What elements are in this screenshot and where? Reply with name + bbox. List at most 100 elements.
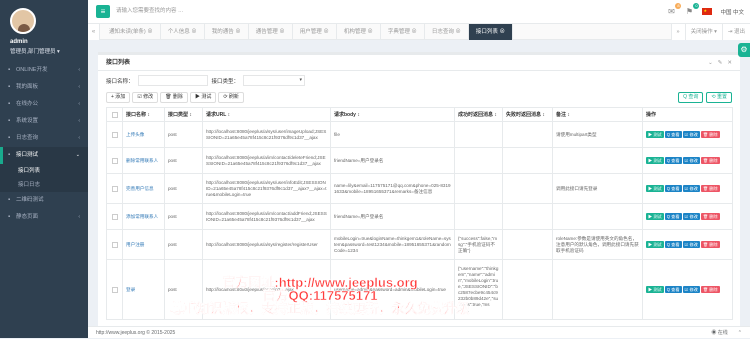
table-row[interactable]: 上传头像posthttp://localhost:8080/jeeplus/a/… — [107, 122, 733, 148]
column-header[interactable]: 请求body ↕ — [331, 108, 455, 122]
row-checkbox[interactable] — [112, 186, 118, 192]
sidebar-subitem-api-log[interactable]: 接口日志 — [0, 178, 88, 192]
row-test-button[interactable]: ▶ 测试 — [646, 213, 664, 220]
tab-my-notices[interactable]: 我的通告 ⊗ — [205, 24, 249, 40]
test-button[interactable]: ▶ 测试 — [190, 92, 216, 103]
close-icon[interactable]: ✕ — [727, 55, 732, 71]
refresh-button[interactable]: ⟳ 刷新 — [218, 92, 244, 103]
bell-icon[interactable]: ⚑0 — [684, 7, 694, 17]
reset-button[interactable]: ⟲ 重置 — [706, 92, 732, 103]
row-delete-button[interactable]: 🗑 删除 — [701, 131, 720, 138]
row-edit-button[interactable]: ☑ 修改 — [683, 286, 700, 293]
row-select-cell[interactable] — [107, 230, 123, 260]
sidebar-item-api-test[interactable]: ▪接口测试⌄ — [0, 147, 88, 164]
row-test-button[interactable]: ▶ 测试 — [646, 241, 664, 248]
edit-icon[interactable]: ✎ — [718, 55, 723, 71]
row-edit-button[interactable]: ☑ 修改 — [683, 185, 700, 192]
api-name-link[interactable]: 添加常用联系人 — [123, 204, 165, 230]
tab-dict-admin[interactable]: 字典管理 ⊗ — [381, 24, 425, 40]
sidebar-item-static[interactable]: ▪静态页面‹ — [0, 209, 88, 226]
row-delete-button[interactable]: 🗑 删除 — [701, 241, 720, 248]
tabs-scroll-left-icon[interactable]: « — [88, 24, 100, 40]
user-role-dropdown[interactable]: 管理员,部门管理员 ▾ — [10, 47, 88, 55]
china-flag-icon[interactable] — [702, 8, 712, 15]
avatar[interactable] — [10, 8, 36, 34]
collapse-icon[interactable]: ⌄ — [708, 55, 713, 71]
api-name-link[interactable]: 登录 — [123, 260, 165, 320]
table-row[interactable]: 完善用户信息posthttp://localhost:8080/jeeplus/… — [107, 174, 733, 204]
column-header[interactable]: 接口名称 ↕ — [123, 108, 165, 122]
settings-gear-icon[interactable]: ⚙ — [738, 43, 750, 57]
row-test-button[interactable]: ▶ 测试 — [646, 185, 664, 192]
row-view-button[interactable]: Q 查看 — [665, 241, 682, 248]
row-test-button[interactable]: ▶ 测试 — [646, 286, 664, 293]
envelope-icon[interactable]: ✉8 — [666, 7, 676, 17]
row-select-cell[interactable] — [107, 174, 123, 204]
chevron-up-icon[interactable]: ⌃ — [738, 327, 742, 339]
search-button[interactable]: Q 查询 — [678, 92, 703, 103]
row-select-cell[interactable] — [107, 260, 123, 320]
column-header[interactable]: 请求URL ↕ — [203, 108, 331, 122]
row-delete-button[interactable]: 🗑 删除 — [701, 213, 720, 220]
close-ops-dropdown[interactable]: 关闭操作 ▾ — [685, 24, 722, 40]
tabs-scroll-right-icon[interactable]: » — [671, 24, 685, 40]
row-view-button[interactable]: Q 查看 — [665, 286, 682, 293]
api-type-select[interactable] — [243, 75, 305, 86]
row-select-cell[interactable] — [107, 204, 123, 230]
row-edit-button[interactable]: ☑ 修改 — [683, 241, 700, 248]
tab-notice-unread[interactable]: 通知未读(单条) ⊗ — [102, 24, 161, 40]
logout-button[interactable]: ⇥ 退出 — [722, 24, 750, 40]
table-row[interactable]: 用户注册posthttp://localhost:8080/jeeplus/a/… — [107, 230, 733, 260]
select-all-header[interactable] — [107, 108, 123, 122]
row-edit-button[interactable]: ☑ 修改 — [683, 157, 700, 164]
select-all-checkbox[interactable] — [112, 112, 118, 118]
api-name-link[interactable]: 用户注册 — [123, 230, 165, 260]
row-edit-button[interactable]: ☑ 修改 — [683, 131, 700, 138]
column-header[interactable]: 接口类型 ↕ — [165, 108, 203, 122]
row-view-button[interactable]: Q 查看 — [665, 157, 682, 164]
row-test-button[interactable]: ▶ 测试 — [646, 157, 664, 164]
tab-org-admin[interactable]: 机构管理 ⊗ — [337, 24, 381, 40]
column-header[interactable]: 成功时返回消息 ↕ — [455, 108, 503, 122]
row-checkbox[interactable] — [112, 132, 118, 138]
row-delete-button[interactable]: 🗑 删除 — [701, 286, 720, 293]
row-test-button[interactable]: ▶ 测试 — [646, 131, 664, 138]
api-name-input[interactable] — [138, 75, 208, 86]
menu-toggle-icon[interactable]: ≡ — [96, 5, 110, 18]
row-select-cell[interactable] — [107, 122, 123, 148]
api-name-link[interactable]: 完善用户信息 — [123, 174, 165, 204]
sidebar-item-qrcode[interactable]: ▪二维码测试 — [0, 192, 88, 209]
row-view-button[interactable]: Q 查看 — [665, 131, 682, 138]
tab-log-query[interactable]: 日志查询 ⊗ — [425, 24, 469, 40]
delete-button[interactable]: 🗑 删除 — [160, 92, 188, 103]
tab-user-admin[interactable]: 用户管理 ⊗ — [293, 24, 337, 40]
edit-button[interactable]: ☑ 修改 — [132, 92, 158, 103]
row-delete-button[interactable]: 🗑 删除 — [701, 185, 720, 192]
tab-notice-admin[interactable]: 通告管理 ⊗ — [249, 24, 293, 40]
table-row[interactable]: 添加常用联系人posthttp://localhost:8080/jeeplus… — [107, 204, 733, 230]
sidebar-item-online-dev[interactable]: ▪ONLINE开发‹ — [0, 62, 88, 79]
search-input[interactable]: 请输入您需要查找的内容 … — [116, 5, 236, 18]
row-view-button[interactable]: Q 查看 — [665, 185, 682, 192]
online-status[interactable]: ◉ 在线 — [711, 327, 727, 339]
row-checkbox[interactable] — [112, 242, 118, 248]
api-name-link[interactable]: 删除常用联系人 — [123, 148, 165, 174]
row-view-button[interactable]: Q 查看 — [665, 213, 682, 220]
row-checkbox[interactable] — [112, 214, 118, 220]
api-name-link[interactable]: 上传头像 — [123, 122, 165, 148]
sidebar-item-dashboard[interactable]: ▪我的面板‹ — [0, 79, 88, 96]
column-header[interactable]: 失败时返回消息 ↕ — [503, 108, 553, 122]
sidebar-item-office[interactable]: ▪在线办公‹ — [0, 96, 88, 113]
row-edit-button[interactable]: ☑ 修改 — [683, 213, 700, 220]
language-selector[interactable]: 中国 中文 — [720, 8, 744, 16]
tab-profile[interactable]: 个人信息 ⊗ — [161, 24, 205, 40]
sidebar-item-settings[interactable]: ▪系统设置‹ — [0, 113, 88, 130]
row-checkbox[interactable] — [112, 287, 118, 293]
column-header[interactable]: 备注 ↕ — [553, 108, 643, 122]
tab-api-list[interactable]: 接口列表 ⊗ — [469, 24, 513, 40]
table-row[interactable]: 删除常用联系人posthttp://localhost:8080/jeeplus… — [107, 148, 733, 174]
sidebar-item-logs[interactable]: ▪日志查询‹ — [0, 130, 88, 147]
add-button[interactable]: + 添加 — [106, 92, 130, 103]
sidebar-subitem-api-list[interactable]: 接口列表 — [0, 164, 88, 178]
row-select-cell[interactable] — [107, 148, 123, 174]
